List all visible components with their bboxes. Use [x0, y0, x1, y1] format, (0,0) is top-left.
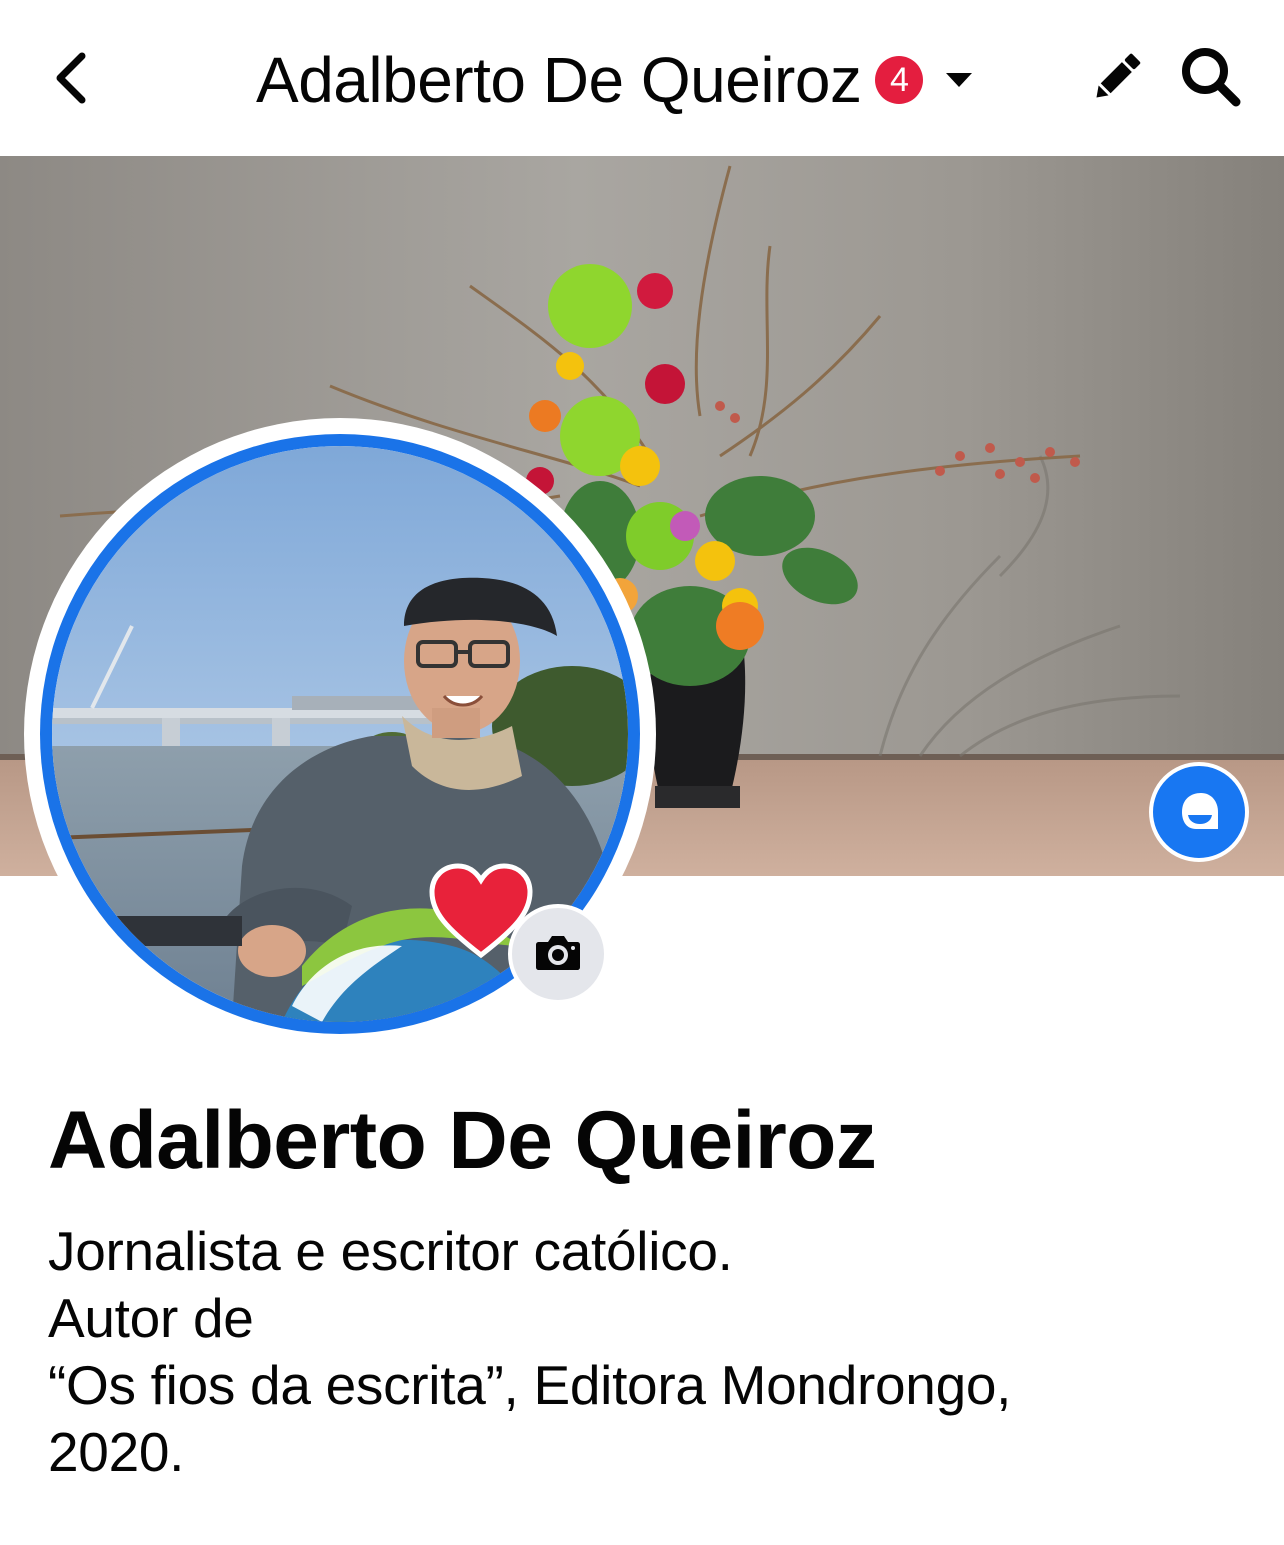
avatar-frame-button[interactable] — [1149, 762, 1249, 862]
profile-switcher[interactable]: Adalberto De Queiroz 4 — [256, 38, 975, 122]
bio-line: 2020. — [48, 1421, 185, 1483]
edit-button[interactable] — [1082, 44, 1152, 114]
bio-line: Jornalista e escritor católico. — [48, 1220, 733, 1282]
search-button[interactable] — [1176, 44, 1246, 114]
avatar-camera-button[interactable] — [508, 904, 608, 1004]
camera-icon — [535, 932, 581, 977]
chevron-left-icon — [50, 48, 90, 113]
caret-down-icon — [943, 68, 975, 92]
nav-title: Adalberto De Queiroz — [256, 44, 862, 116]
search-icon — [1178, 44, 1244, 115]
profile-name: Adalberto De Queiroz — [48, 1095, 877, 1186]
notification-badge: 4 — [875, 56, 924, 104]
back-button[interactable] — [40, 40, 100, 120]
profile-bio: Jornalista e escritor católico. Autor de… — [48, 1218, 1248, 1486]
bio-line: “Os fios da escrita”, Editora Mondrongo, — [48, 1354, 1012, 1416]
bio-line: Autor de — [48, 1287, 254, 1349]
top-nav-bar: Adalberto De Queiroz 4 — [0, 0, 1284, 156]
profile-page: Adalberto De Queiroz 4 Adalberto De Quei… — [0, 0, 1284, 1545]
pencil-icon — [1086, 46, 1148, 113]
avatar-frame-icon — [1174, 787, 1224, 837]
